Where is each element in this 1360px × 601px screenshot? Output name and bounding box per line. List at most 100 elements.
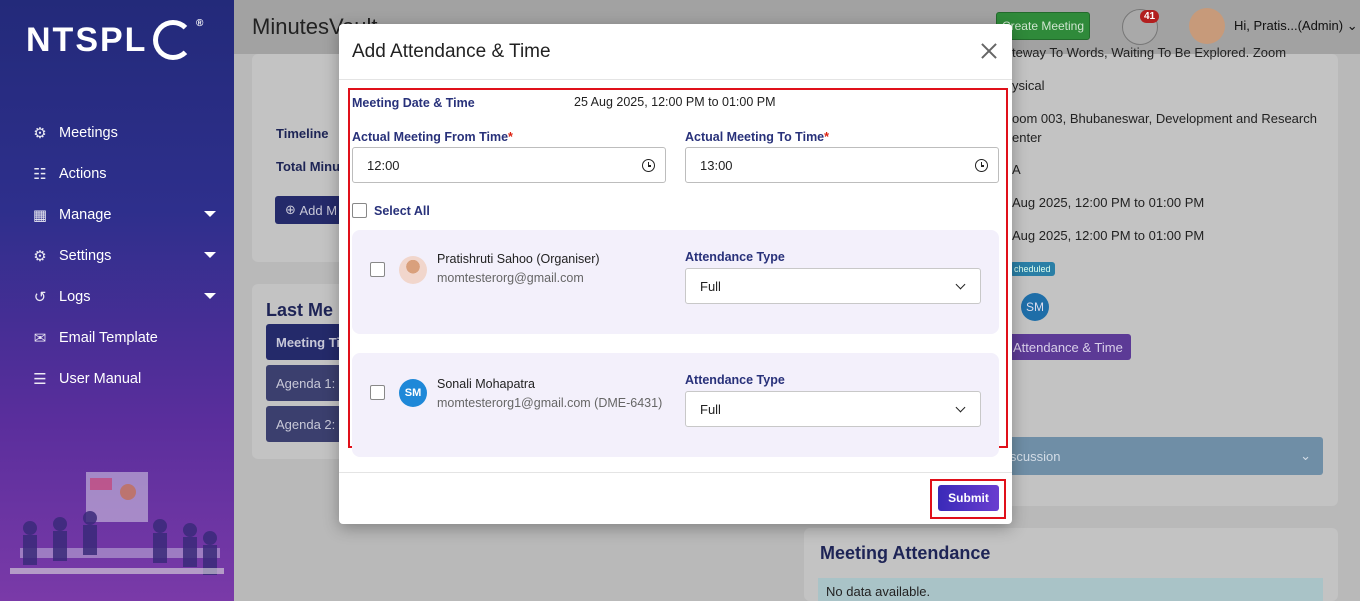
caret-down-icon: [204, 252, 216, 258]
sidebar-item-actions[interactable]: ☷ Actions: [30, 153, 230, 194]
chevron-down-icon: ⌄: [1300, 448, 1311, 463]
required-mark: *: [824, 130, 830, 144]
meeting-tab[interactable]: Meeting Ti: [266, 324, 346, 360]
detail-line: Aug 2025, 12:00 PM to 01:00 PM: [1012, 195, 1205, 210]
avatar: SM: [399, 379, 427, 407]
sidebar-item-label: Logs: [59, 288, 91, 305]
from-time-input[interactable]: 12:00: [352, 147, 666, 183]
total-minutes-label: Total Minut: [276, 159, 345, 174]
status-badge: cheduled: [1010, 262, 1055, 276]
attendee-checkbox[interactable]: [370, 385, 385, 400]
meeting-attendance-title: Meeting Attendance: [820, 543, 991, 563]
to-time-label-text: Actual Meeting To Time: [685, 130, 825, 144]
sidebar-item-settings[interactable]: ⚙ Settings: [30, 235, 230, 276]
notification-badge: 41: [1140, 10, 1160, 23]
brand-mark-icon: [153, 20, 194, 60]
last-meeting-title: Last Me: [266, 300, 334, 320]
attendance-type-value: Full: [700, 278, 721, 294]
sidebar-item-label: Settings: [59, 247, 112, 264]
meeting-date-value: 25 Aug 2025, 12:00 PM to 01:00 PM: [574, 95, 776, 109]
attendance-type-label: Attendance Type: [685, 250, 785, 264]
from-time-label-text: Actual Meeting From Time: [352, 130, 509, 144]
meeting-illustration: [10, 472, 224, 575]
to-time-input[interactable]: 13:00: [685, 147, 999, 183]
attendee-email: momtesterorg1@gmail.com (DME-6431): [437, 396, 663, 410]
detail-line: oom 003, Bhubaneswar, Development and Re…: [1012, 111, 1317, 126]
meetings-icon: ⚙: [33, 124, 47, 142]
attendance-type-select[interactable]: Full: [685, 391, 981, 427]
detail-line: teway To Words, Waiting To Be Explored. …: [1012, 45, 1287, 60]
book-icon: ☰: [33, 370, 47, 388]
history-icon: ↺: [33, 288, 47, 306]
sidebar-item-label: Email Template: [59, 329, 158, 346]
select-all-checkbox[interactable]: [352, 203, 367, 218]
discussion-label: iscussion: [1007, 448, 1061, 464]
sidebar-item-label: Manage: [59, 206, 112, 223]
add-attendance-time-button[interactable]: Attendance & Time: [1007, 334, 1131, 360]
attendee-avatar-sm: SM: [1021, 293, 1049, 321]
brand-logo[interactable]: NTSPL: [26, 20, 194, 60]
detail-line: A: [1012, 162, 1021, 177]
to-time-label: Actual Meeting To Time*: [685, 130, 829, 144]
sidebar-item-user-manual[interactable]: ☰ User Manual: [30, 358, 230, 399]
attendance-type-select[interactable]: Full: [685, 268, 981, 304]
attendee-name: Pratishruti Sahoo (Organiser): [437, 252, 600, 266]
add-button[interactable]: ⊕ Add M: [275, 196, 345, 224]
plus-circle-icon: ⊕: [285, 202, 300, 217]
to-time-value: 13:00: [700, 157, 733, 173]
add-button-label: Add M: [299, 202, 338, 218]
grid-icon: ▦: [32, 206, 48, 224]
attendee-email: momtesterorg@gmail.com: [437, 271, 584, 285]
avatar: [399, 256, 427, 284]
chevron-down-icon: [955, 279, 966, 290]
user-greeting: Hi, Pratis...(Admin): [1234, 18, 1344, 33]
attendee-card: Pratishruti Sahoo (Organiser) momtestero…: [352, 230, 999, 334]
clock-icon[interactable]: [975, 159, 988, 172]
from-time-value: 12:00: [367, 157, 400, 173]
meeting-date-label: Meeting Date & Time: [352, 96, 475, 110]
timeline-label: Timeline: [276, 126, 329, 141]
agenda-2-tab[interactable]: Agenda 2:: [266, 406, 346, 442]
attendee-card: SM Sonali Mohapatra momtesterorg1@gmail.…: [352, 353, 999, 457]
from-time-label: Actual Meeting From Time*: [352, 130, 513, 144]
sidebar-item-email-template[interactable]: ✉ Email Template: [30, 317, 230, 358]
sidebar-item-logs[interactable]: ↺ Logs: [30, 276, 230, 317]
caret-down-icon: [204, 211, 216, 217]
detail-line: ysical: [1012, 78, 1045, 93]
submit-button[interactable]: Submit: [938, 485, 999, 511]
brand-name: NTSPL: [26, 20, 148, 59]
clipboard-icon: ☷: [33, 165, 47, 183]
sidebar-nav: ⚙ Meetings ☷ Actions ▦ Manage ⚙ Settings…: [30, 112, 230, 399]
sidebar-item-meetings[interactable]: ⚙ Meetings: [30, 112, 230, 153]
discussion-accordion[interactable]: iscussion ⌄: [1007, 437, 1323, 475]
required-mark: *: [508, 130, 513, 144]
modal-header: Add Attendance & Time: [339, 24, 1012, 80]
modal-title: Add Attendance & Time: [352, 41, 551, 62]
clock-icon[interactable]: [642, 159, 655, 172]
sidebar-item-manage[interactable]: ▦ Manage: [30, 194, 230, 235]
sidebar-item-label: Meetings: [59, 124, 118, 141]
attendance-type-label: Attendance Type: [685, 373, 785, 387]
close-icon[interactable]: [978, 40, 1000, 62]
user-menu[interactable]: Hi, Pratis...(Admin) ⌄: [1234, 18, 1358, 34]
envelope-icon: ✉: [33, 329, 47, 347]
chevron-down-icon: [955, 402, 966, 413]
gear-icon: ⚙: [33, 247, 47, 265]
no-data-message: No data available.: [818, 578, 1323, 601]
caret-down-icon: [204, 293, 216, 299]
attendee-checkbox[interactable]: [370, 262, 385, 277]
sidebar: NTSPL ® ⚙ Meetings ☷ Actions ▦ Manage ⚙ …: [0, 0, 234, 601]
attendee-name: Sonali Mohapatra: [437, 377, 535, 391]
detail-line: enter: [1012, 130, 1042, 145]
registered-mark: ®: [196, 18, 206, 29]
select-all-label[interactable]: Select All: [374, 204, 430, 218]
sidebar-item-label: Actions: [59, 165, 107, 182]
add-attendance-modal: Add Attendance & Time Meeting Date & Tim…: [339, 24, 1012, 524]
modal-footer: [339, 472, 1012, 524]
agenda-1-tab[interactable]: Agenda 1:: [266, 365, 346, 401]
chevron-down-icon: ⌄: [1346, 18, 1358, 33]
attendance-type-value: Full: [700, 401, 721, 417]
user-avatar[interactable]: [1189, 8, 1225, 44]
sidebar-item-label: User Manual: [59, 370, 142, 387]
detail-line: Aug 2025, 12:00 PM to 01:00 PM: [1012, 228, 1205, 243]
